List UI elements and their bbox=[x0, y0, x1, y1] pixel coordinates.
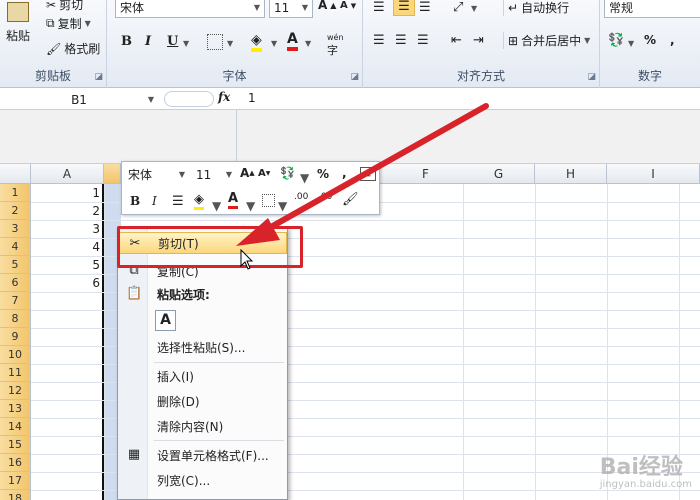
mouse-cursor-icon bbox=[240, 249, 254, 270]
annotation-arrow bbox=[236, 103, 489, 246]
baidu-watermark: Bai经验 jingyan.baidu.com bbox=[599, 455, 692, 490]
excel-window: 粘贴 ✂ 剪切 ⧉ 复制 ▼ 🖌 格式刷 剪贴板 ◪ 宋体 ▼ 11 ▼ A ▲… bbox=[0, 0, 700, 500]
